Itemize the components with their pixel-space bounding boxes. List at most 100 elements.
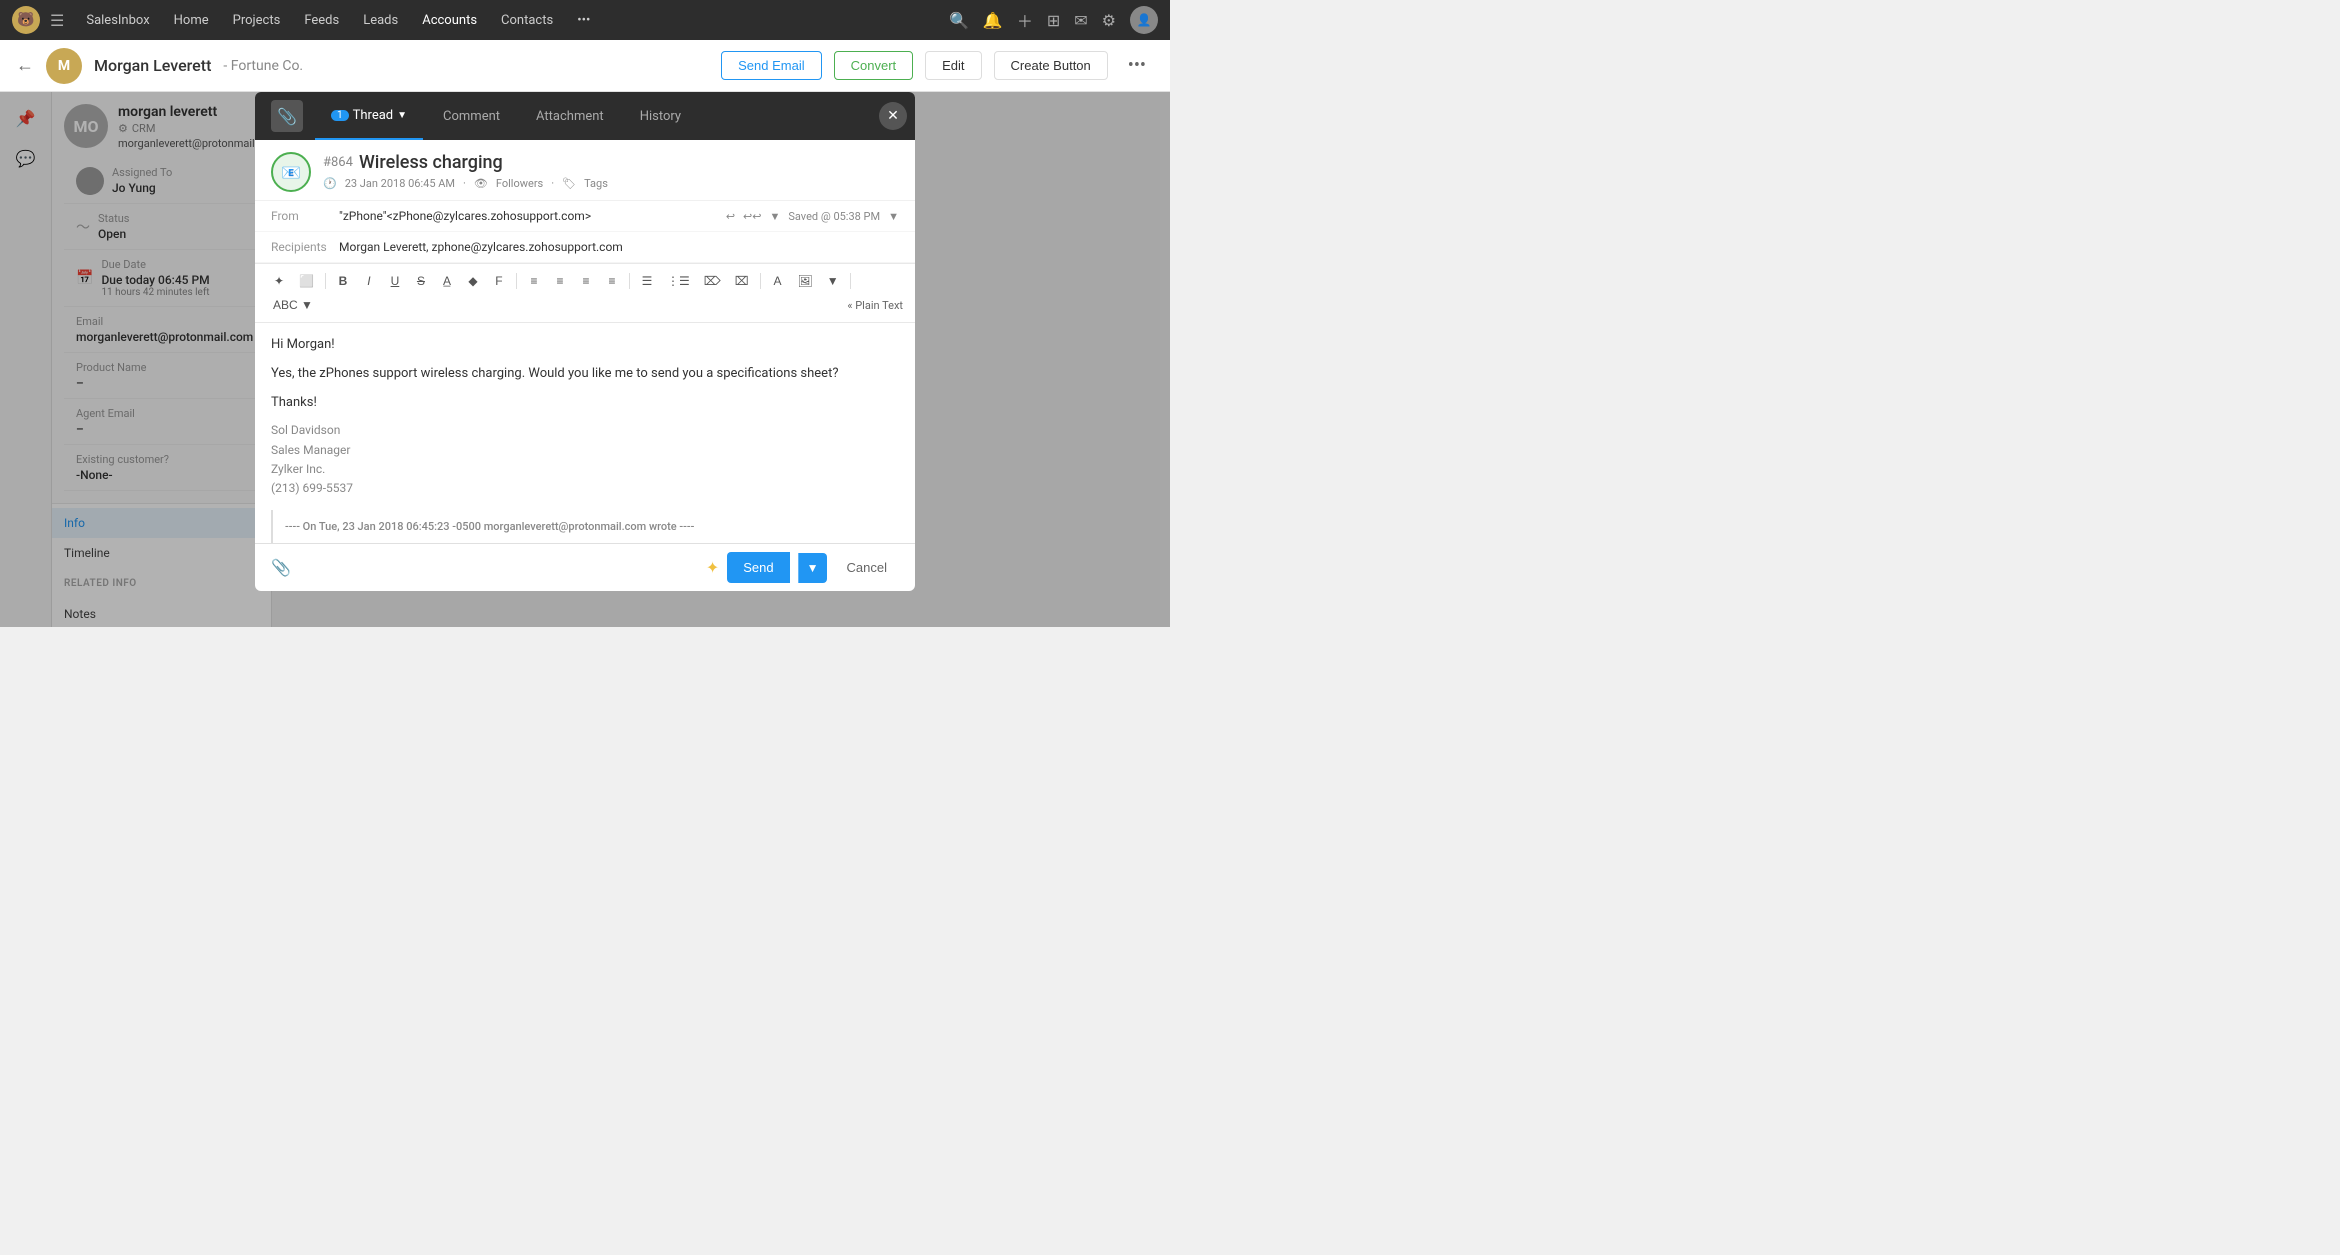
email-greeting: Hi Morgan! <box>271 335 899 356</box>
tab-thread[interactable]: 1 Thread ▼ <box>315 92 423 140</box>
nav-projects[interactable]: Projects <box>223 9 291 32</box>
followers-label[interactable]: Followers <box>496 177 543 190</box>
send-dropdown-button[interactable]: ▼ <box>798 553 827 583</box>
edit-button[interactable]: Edit <box>925 51 981 80</box>
main-layout: 📌 💬 MO morgan leverett ⚙ CRM morganlever… <box>0 92 1170 627</box>
tb-image-btn[interactable]: 🖼 <box>792 270 819 292</box>
email-ticket-number: #864 <box>323 155 353 170</box>
email-sender-avatar: 📧 <box>271 152 311 192</box>
menu-icon[interactable]: ☰ <box>50 11 64 30</box>
tb-align-center-btn[interactable]: ≡ <box>548 270 572 292</box>
search-icon[interactable]: 🔍 <box>949 11 969 30</box>
tb-bold-btn[interactable]: B <box>331 270 355 292</box>
email-body-line1: Yes, the zPhones support wireless chargi… <box>271 364 899 385</box>
contact-company-header: - Fortune Co. <box>223 58 303 74</box>
from-label: From <box>271 209 331 223</box>
nav-leads[interactable]: Leads <box>353 9 408 32</box>
modal-header: 📎 1 Thread ▼ Comment Attachment History … <box>255 92 915 140</box>
email-subject-title: Wireless charging <box>359 152 503 173</box>
nav-salesinbox[interactable]: SalesInbox <box>76 9 159 32</box>
email-recipients-row: Recipients Morgan Leverett, zphone@zylca… <box>255 232 915 263</box>
tb-more-btn[interactable]: ▼ <box>821 270 845 292</box>
reply-icon[interactable]: ↩ <box>726 210 735 223</box>
email-thanks: Thanks! <box>271 393 899 414</box>
plain-text-toggle[interactable]: « Plain Text <box>847 299 903 312</box>
tb-italic-btn[interactable]: I <box>357 270 381 292</box>
tb-divider-3 <box>629 273 630 289</box>
tb-magic-btn[interactable]: ✦ <box>267 270 291 292</box>
email-from-row: From "zPhone"<zPhone@zylcares.zohosuppor… <box>255 201 915 232</box>
tab-attachment[interactable]: Attachment <box>520 92 620 140</box>
tags-label[interactable]: Tags <box>584 177 608 190</box>
nav-more[interactable]: ••• <box>567 9 600 32</box>
thread-badge: 1 <box>331 110 349 121</box>
tb-indent-btn[interactable]: ⌦ <box>698 270 727 292</box>
app-logo[interactable]: 🐻 <box>12 6 40 34</box>
tab-history[interactable]: History <box>624 92 697 140</box>
nav-contacts[interactable]: Contacts <box>491 9 563 32</box>
tb-color-btn[interactable]: ◆ <box>461 270 485 292</box>
footer-input[interactable] <box>299 561 698 575</box>
clock-icon: 🕐 <box>323 177 337 190</box>
attach-icon[interactable]: 📎 <box>271 558 291 577</box>
nav-home[interactable]: Home <box>164 9 219 32</box>
modal-header-icon: 📎 <box>271 100 303 132</box>
tb-font-size-btn[interactable]: A <box>766 270 790 292</box>
modal-close-button[interactable]: ✕ <box>879 102 907 130</box>
tb-ul-btn[interactable]: ☰ <box>635 270 659 292</box>
send-email-button[interactable]: Send Email <box>721 51 821 80</box>
mail-icon[interactable]: ✉ <box>1074 11 1087 30</box>
tb-template-btn[interactable]: ABC ▼ <box>267 294 319 316</box>
recipients-label: Recipients <box>271 240 331 254</box>
contact-avatar-small: M <box>46 48 82 84</box>
history-label: History <box>640 109 681 124</box>
thread-dropdown-icon[interactable]: ▼ <box>397 110 407 121</box>
user-avatar[interactable]: 👤 <box>1130 6 1158 34</box>
tb-align-left-btn[interactable]: ≡ <box>522 270 546 292</box>
nav-accounts[interactable]: Accounts <box>412 9 487 32</box>
nav-feeds[interactable]: Feeds <box>294 9 349 32</box>
reply-all-icon[interactable]: ↩↩ <box>743 210 761 223</box>
add-icon[interactable]: ＋ <box>1017 8 1033 32</box>
email-quoted-section: ---- On Tue, 23 Jan 2018 06:45:23 -0500 … <box>271 510 899 543</box>
create-button-btn[interactable]: Create Button <box>994 51 1108 80</box>
recipients-value: Morgan Leverett, zphone@zylcares.zohosup… <box>339 240 891 254</box>
tb-font-btn[interactable]: F <box>487 270 511 292</box>
back-button[interactable]: ← <box>16 55 34 76</box>
dot-sep2: · <box>551 177 554 190</box>
dot-sep: · <box>463 177 466 190</box>
tb-divider-4 <box>760 273 761 289</box>
tab-comment[interactable]: Comment <box>427 92 516 140</box>
send-button[interactable]: Send <box>727 552 789 583</box>
cancel-button[interactable]: Cancel <box>835 552 899 583</box>
tb-align-right-btn[interactable]: ≡ <box>574 270 598 292</box>
followers-icon: 👁 <box>474 177 488 190</box>
email-date: 23 Jan 2018 06:45 AM <box>345 177 455 190</box>
tb-copy-btn[interactable]: ⬜ <box>293 270 320 292</box>
tb-ol-btn[interactable]: ⋮☰ <box>661 270 696 292</box>
email-subject-row: 📧 #864 Wireless charging 🕐 23 Jan 2018 0… <box>255 140 915 201</box>
saved-dropdown[interactable]: ▼ <box>888 210 899 223</box>
email-signature: Sol Davidson Sales Manager Zylker Inc. (… <box>271 421 899 498</box>
more-options-button[interactable]: ••• <box>1120 51 1154 80</box>
sig-company: Zylker Inc. <box>271 460 899 479</box>
contact-name-header: Morgan Leverett <box>94 56 211 75</box>
grid-icon[interactable]: ⊞ <box>1047 11 1060 30</box>
saved-status: Saved @ 05:38 PM <box>788 210 880 223</box>
comment-label: Comment <box>443 109 500 124</box>
attachment-label: Attachment <box>536 109 604 124</box>
settings-icon[interactable]: ⚙ <box>1102 11 1116 30</box>
convert-button[interactable]: Convert <box>834 51 914 80</box>
tb-highlight-btn[interactable]: A̲ <box>435 270 459 292</box>
sparkle-icon[interactable]: ✦ <box>706 558 719 577</box>
thread-label: Thread <box>353 108 394 123</box>
tb-outdent-btn[interactable]: ⌧ <box>729 270 755 292</box>
formatting-toolbar: ✦ ⬜ B I U S A̲ ◆ F ≡ ≡ ≡ ≡ ☰ ⋮☰ ⌦ ⌧ <box>255 263 915 323</box>
bell-icon[interactable]: 🔔 <box>983 11 1003 30</box>
dropdown-icon[interactable]: ▼ <box>769 210 780 223</box>
tb-strike-btn[interactable]: S <box>409 270 433 292</box>
sig-phone: (213) 699-5537 <box>271 479 899 498</box>
tb-align-justify-btn[interactable]: ≡ <box>600 270 624 292</box>
tb-divider-1 <box>325 273 326 289</box>
tb-underline-btn[interactable]: U <box>383 270 407 292</box>
